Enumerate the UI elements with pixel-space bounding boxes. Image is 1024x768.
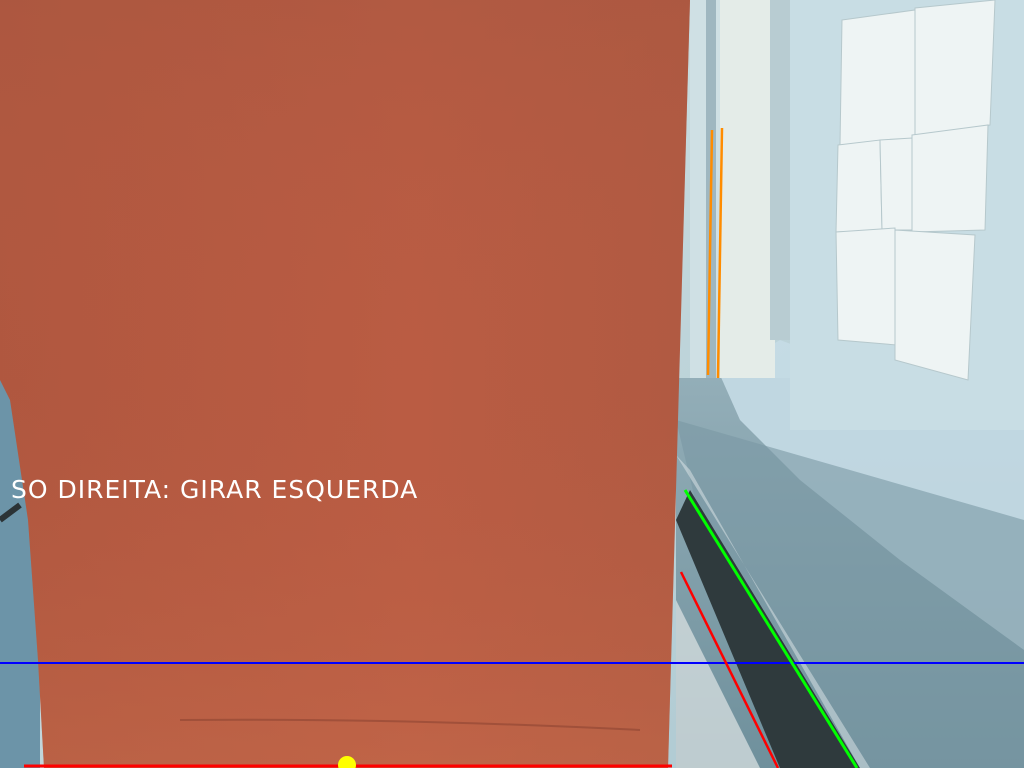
camera-frame: SO DIREITA: GIRAR ESQUERDA: [0, 0, 1024, 768]
wall-papers: [835, 0, 996, 381]
status-text: SO DIREITA: GIRAR ESQUERDA: [11, 475, 419, 504]
wall-panel: [720, 0, 775, 378]
wall-column: [770, 0, 790, 340]
orange-box-shading: [0, 0, 690, 768]
camera-image: [0, 0, 1024, 768]
